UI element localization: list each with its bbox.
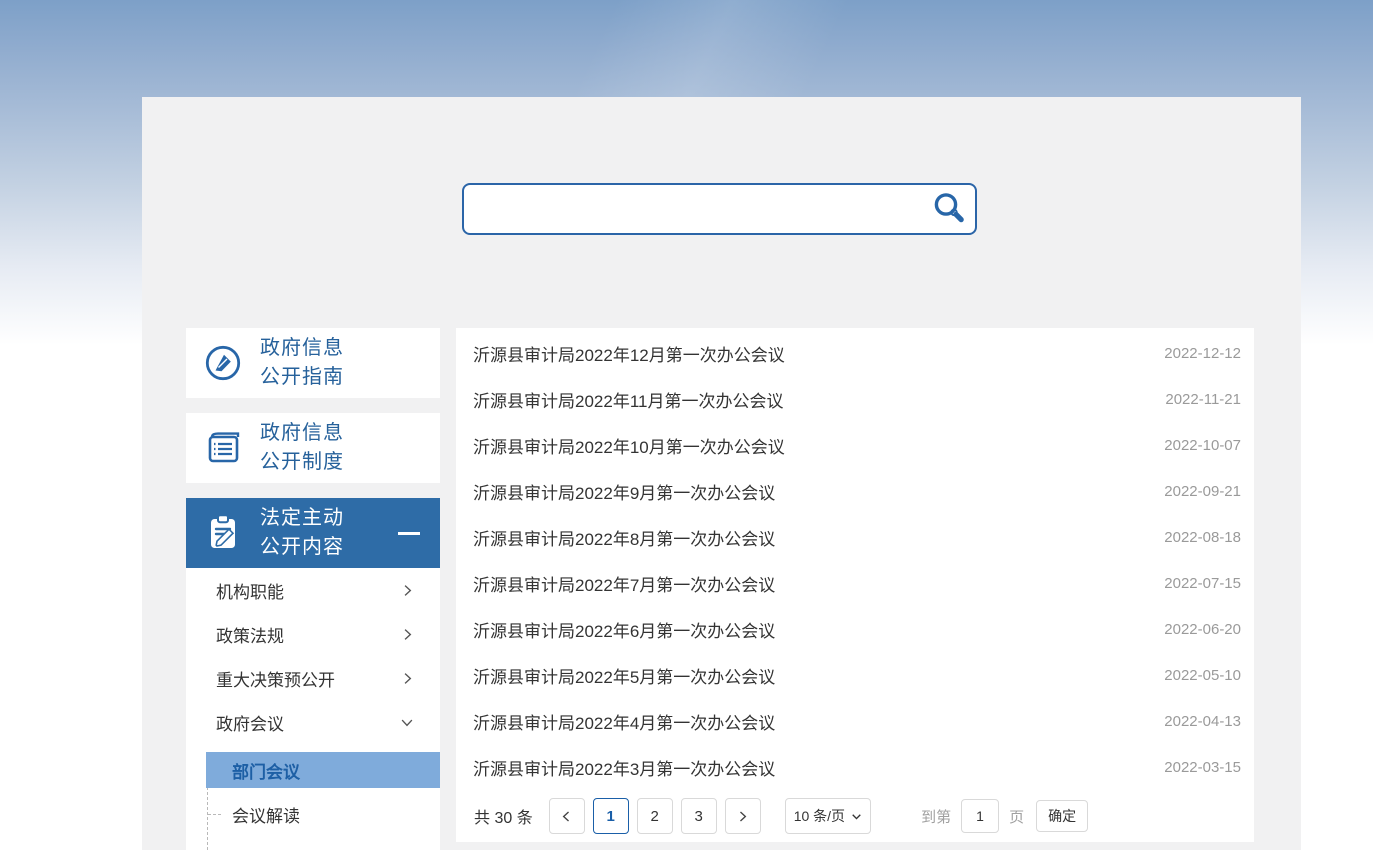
notebook-icon xyxy=(186,429,260,467)
list-item: 沂源县审计局2022年6月第一次办公会议 2022-06-20 xyxy=(456,606,1254,652)
meeting-title-link[interactable]: 沂源县审计局2022年9月第一次办公会议 xyxy=(473,479,775,504)
sidebar-item-legal-active-disclosure[interactable]: 法定主动 公开内容 xyxy=(186,498,440,568)
list-item: 沂源县审计局2022年5月第一次办公会议 2022-05-10 xyxy=(456,652,1254,698)
goto-page-input[interactable] xyxy=(961,799,999,833)
system-label-line2: 公开制度 xyxy=(260,448,344,477)
goto-prefix-label: 到第 xyxy=(921,806,951,827)
next-page-button[interactable] xyxy=(725,798,761,834)
page-size-label: 10 条/页 xyxy=(794,806,845,826)
meeting-title-link[interactable]: 沂源县审计局2022年12月第一次办公会议 xyxy=(473,341,785,366)
active-section-line1: 法定主动 xyxy=(260,504,344,533)
sidebar-item-disclosure-system[interactable]: 政府信息 公开制度 xyxy=(186,413,440,483)
total-count-label: 共 30 条 xyxy=(474,804,533,828)
search-icon xyxy=(931,191,967,227)
meeting-date: 2022-10-07 xyxy=(1164,437,1241,454)
meeting-list-panel: 沂源县审计局2022年12月第一次办公会议 2022-12-12 沂源县审计局2… xyxy=(456,328,1254,842)
search-button[interactable] xyxy=(927,187,971,231)
menu-item-government-meetings[interactable]: 政府会议 xyxy=(186,700,440,744)
page-button-1[interactable]: 1 xyxy=(593,798,629,834)
list-item: 沂源县审计局2022年10月第一次办公会议 2022-10-07 xyxy=(456,422,1254,468)
menu-item-policies[interactable]: 政策法规 xyxy=(186,612,440,656)
menu-label: 重大决策预公开 xyxy=(216,666,335,691)
goto-suffix-label: 页 xyxy=(1009,806,1024,827)
search-input[interactable] xyxy=(464,185,927,233)
list-item: 沂源县审计局2022年7月第一次办公会议 2022-07-15 xyxy=(456,560,1254,606)
menu-item-major-decisions[interactable]: 重大决策预公开 xyxy=(186,656,440,700)
meeting-title-link[interactable]: 沂源县审计局2022年5月第一次办公会议 xyxy=(473,663,775,688)
submenu-item-department-meetings[interactable]: 部门会议 xyxy=(206,752,440,788)
confirm-button[interactable]: 确定 xyxy=(1036,800,1088,832)
page: 政府信息 公开指南 政府信息 公开制度 xyxy=(0,0,1373,850)
meeting-date: 2022-04-13 xyxy=(1164,713,1241,730)
chevron-down-icon xyxy=(851,811,862,822)
meeting-title-link[interactable]: 沂源县审计局2022年3月第一次办公会议 xyxy=(473,755,775,780)
meeting-date: 2022-06-20 xyxy=(1164,621,1241,638)
meeting-title-link[interactable]: 沂源县审计局2022年6月第一次办公会议 xyxy=(473,617,775,642)
meeting-date: 2022-03-15 xyxy=(1164,759,1241,776)
search-box xyxy=(462,183,977,235)
list-item: 沂源县审计局2022年8月第一次办公会议 2022-08-18 xyxy=(456,514,1254,560)
meeting-date: 2022-08-18 xyxy=(1164,529,1241,546)
list-item: 沂源县审计局2022年3月第一次办公会议 2022-03-15 xyxy=(456,744,1254,790)
meeting-title-link[interactable]: 沂源县审计局2022年4月第一次办公会议 xyxy=(473,709,775,734)
meeting-title-link[interactable]: 沂源县审计局2022年7月第一次办公会议 xyxy=(473,571,775,596)
meeting-title-link[interactable]: 沂源县审计局2022年8月第一次办公会议 xyxy=(473,525,775,550)
meeting-date: 2022-07-15 xyxy=(1164,575,1241,592)
submenu-item-meeting-interpretation[interactable]: 会议解读 xyxy=(186,796,440,832)
chevron-left-icon xyxy=(560,810,573,823)
submenu-label: 会议解读 xyxy=(232,802,300,827)
system-label-line1: 政府信息 xyxy=(260,419,344,448)
meeting-date: 2022-12-12 xyxy=(1164,345,1241,362)
menu-label: 机构职能 xyxy=(216,578,284,603)
chevron-down-icon xyxy=(400,716,414,729)
menu-item-org-functions[interactable]: 机构职能 xyxy=(186,568,440,612)
sidebar-item-disclosure-guide[interactable]: 政府信息 公开指南 xyxy=(186,328,440,398)
meeting-title-link[interactable]: 沂源县审计局2022年11月第一次办公会议 xyxy=(473,387,783,412)
pagination-bar: 共 30 条 1 2 3 10 条/页 到第 xyxy=(456,790,1254,842)
compass-icon xyxy=(186,344,260,382)
active-section-line2: 公开内容 xyxy=(260,533,344,562)
list-item: 沂源县审计局2022年12月第一次办公会议 2022-12-12 xyxy=(456,330,1254,376)
page-size-select[interactable]: 10 条/页 xyxy=(785,798,871,834)
sidebar-menu: 机构职能 政策法规 重大决策预公开 政府会议 部门会议 xyxy=(186,568,440,850)
menu-label: 政府会议 xyxy=(216,710,284,735)
prev-page-button[interactable] xyxy=(549,798,585,834)
guide-label-line2: 公开指南 xyxy=(260,363,344,392)
submenu-label: 部门会议 xyxy=(232,758,300,783)
list-item: 沂源县审计局2022年4月第一次办公会议 2022-04-13 xyxy=(456,698,1254,744)
meeting-title-link[interactable]: 沂源县审计局2022年10月第一次办公会议 xyxy=(473,433,785,458)
meeting-date: 2022-05-10 xyxy=(1164,667,1241,684)
chevron-right-icon xyxy=(401,584,414,597)
page-button-3[interactable]: 3 xyxy=(681,798,717,834)
page-button-2[interactable]: 2 xyxy=(637,798,673,834)
collapse-minus-icon[interactable] xyxy=(398,532,420,535)
chevron-right-icon xyxy=(736,810,749,823)
list-item: 沂源县审计局2022年9月第一次办公会议 2022-09-21 xyxy=(456,468,1254,514)
menu-label: 政策法规 xyxy=(216,622,284,647)
goto-page-group: 到第 页 确定 xyxy=(921,799,1088,833)
list-item: 沂源县审计局2022年11月第一次办公会议 2022-11-21 xyxy=(456,376,1254,422)
chevron-right-icon xyxy=(401,628,414,641)
guide-label-line1: 政府信息 xyxy=(260,334,344,363)
chevron-right-icon xyxy=(401,672,414,685)
meeting-date: 2022-09-21 xyxy=(1164,483,1241,500)
meeting-date: 2022-11-21 xyxy=(1165,391,1241,408)
clipboard-pencil-icon xyxy=(186,512,260,554)
